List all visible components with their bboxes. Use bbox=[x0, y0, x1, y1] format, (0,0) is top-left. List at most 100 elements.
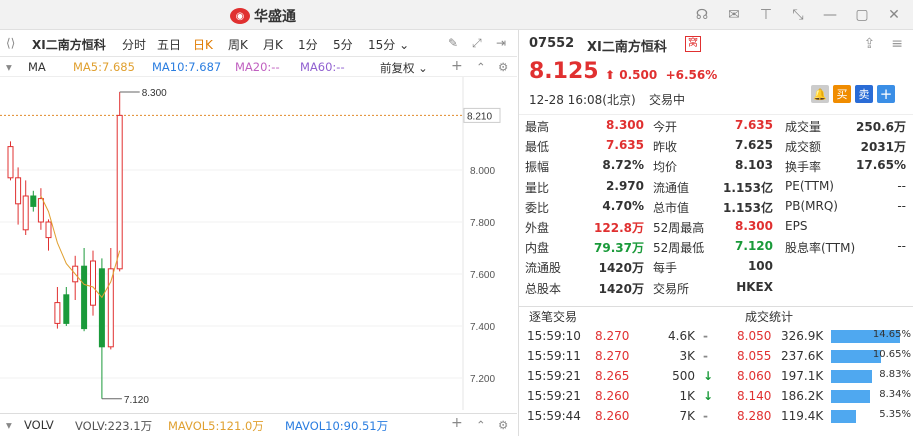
collapse-indicator-icon[interactable]: ⌃ bbox=[476, 60, 486, 74]
stat-value: 1.153亿 bbox=[723, 180, 773, 195]
stat-label: 每手 bbox=[653, 261, 678, 276]
stats-row: 最低 7.635 昨收 7.625 成交额 2031万 bbox=[519, 135, 913, 155]
stat-value: 7.635 bbox=[606, 138, 644, 153]
trade-price: 8.270 bbox=[595, 349, 630, 363]
trade-direction-icon: ↓ bbox=[703, 369, 714, 383]
volume-ratio-pct: 5.35% bbox=[879, 409, 911, 420]
stat-label: 振幅 bbox=[525, 160, 550, 175]
trade-time: 15:59:44 bbox=[527, 409, 581, 423]
volume-ratio-bar bbox=[831, 370, 873, 383]
ma-label[interactable]: MA bbox=[28, 60, 46, 74]
stat-value: 1.153亿 bbox=[723, 200, 773, 215]
stat-price: 8.140 bbox=[737, 389, 772, 403]
stats-row: 总股本 1420万 交易所 HKEX bbox=[519, 277, 913, 297]
indicator-bar: ▾ MA MA5:7.685 MA10:7.687 MA20:-- MA60:-… bbox=[0, 57, 517, 77]
add-watchlist-button[interactable]: + bbox=[877, 85, 895, 103]
mavol10-value: MAVOL10:90.51万 bbox=[285, 419, 389, 433]
stat-value: -- bbox=[897, 178, 906, 193]
high-label: 8.300 bbox=[142, 88, 167, 99]
trade-qty: 1K bbox=[679, 389, 695, 403]
trade-row: 15:59:21 8.260 1K ↓ 8.140 186.2K 8.34% bbox=[519, 387, 913, 407]
stats-title[interactable]: 成交统计 bbox=[745, 308, 793, 325]
expand-icon[interactable]: ⇥ bbox=[496, 36, 506, 50]
candlestick-chart[interactable]: 8.000 7.800 7.600 7.400 7.200 8.210 8.300 7.120 bbox=[0, 77, 517, 410]
stat-label: 最低 bbox=[525, 140, 550, 155]
shirt-icon[interactable]: ⊤ bbox=[757, 6, 775, 24]
maximize-icon[interactable]: ▢ bbox=[853, 6, 871, 24]
trade-time: 15:59:21 bbox=[527, 369, 581, 383]
trade-time: 15:59:10 bbox=[527, 329, 581, 343]
period-tab[interactable]: 周K bbox=[228, 36, 248, 53]
stat-label: 总股本 bbox=[525, 281, 562, 296]
ma5-value: MA5:7.685 bbox=[73, 60, 135, 74]
y-tick-label: 7.200 bbox=[470, 374, 495, 385]
add-indicator-icon[interactable]: + bbox=[451, 58, 463, 74]
stats-table: 最高 8.300 今开 7.635 成交量 250.6万 最低 7.635 昨收 7.625 成交额… bbox=[519, 114, 913, 297]
stat-label: 成交额 bbox=[785, 140, 822, 155]
trade-buttons: 🔔 买 卖 + bbox=[811, 85, 895, 103]
bell-icon[interactable]: 🔔 bbox=[811, 85, 829, 103]
toggle-arrow-icon[interactable]: ▾ bbox=[6, 418, 12, 432]
stat-value: 100 bbox=[747, 259, 773, 274]
candle-body bbox=[45, 221, 52, 239]
trade-row: 15:59:11 8.270 3K - 8.055 237.6K 10.65% bbox=[519, 347, 913, 367]
quote-time: 12-28 16:08(北京) bbox=[529, 93, 636, 107]
mavol5-value: MAVOL5:121.0万 bbox=[168, 419, 264, 433]
gear-icon[interactable]: ⚙ bbox=[498, 418, 508, 432]
period-tab[interactable]: 月K bbox=[263, 36, 283, 53]
price-change: ⬆ 0.500 +6.56% bbox=[605, 68, 718, 82]
stat-label: 委比 bbox=[525, 200, 550, 215]
collapse-icon[interactable]: ⟨⟩ bbox=[6, 36, 15, 50]
volume-ratio-pct: 10.65% bbox=[872, 349, 911, 360]
trading-status: 交易中 bbox=[649, 93, 686, 107]
trade-qty: 3K bbox=[679, 349, 695, 363]
stat-value: 8.300 bbox=[735, 218, 773, 233]
period-tab[interactable]: 5分 bbox=[333, 36, 353, 53]
stat-volume: 237.6K bbox=[781, 349, 824, 363]
sell-button[interactable]: 卖 bbox=[855, 85, 873, 103]
pencil-icon[interactable]: ✎ bbox=[448, 36, 458, 50]
stat-price: 8.050 bbox=[737, 329, 772, 343]
trades-title[interactable]: 逐笔交易 bbox=[529, 308, 577, 325]
candle-body bbox=[116, 114, 123, 270]
ma10-value: MA10:7.687 bbox=[152, 60, 222, 74]
volume-ratio-bar bbox=[831, 390, 871, 403]
volume-ratio-pct: 14.65% bbox=[872, 329, 911, 340]
stat-value: 7.120 bbox=[735, 239, 773, 254]
y-tick-label: 7.600 bbox=[470, 270, 495, 281]
period-dropdown[interactable]: 15分 ⌄ bbox=[368, 36, 409, 53]
stat-value: 2031万 bbox=[860, 140, 906, 155]
y-tick-label: 7.800 bbox=[470, 218, 495, 229]
stat-value: 2.970 bbox=[606, 178, 644, 193]
period-tab[interactable]: 五日 bbox=[157, 36, 181, 53]
stats-row: 最高 8.300 今开 7.635 成交量 250.6万 bbox=[519, 115, 913, 135]
fullscreen-icon[interactable]: ⤢ bbox=[472, 36, 482, 51]
adjust-dropdown[interactable]: 前复权 ⌄ bbox=[380, 60, 428, 76]
quote-panel: 07552 XI二南方恒科 窝 ⇪ ≡ 8.125 ⬆ 0.500 +6.56%… bbox=[519, 30, 913, 436]
candle-body bbox=[63, 294, 70, 324]
gear-icon[interactable]: ⚙ bbox=[498, 60, 508, 74]
toggle-arrow-icon[interactable]: ▾ bbox=[6, 60, 12, 74]
close-icon[interactable]: ✕ bbox=[885, 6, 903, 24]
stat-value: -- bbox=[897, 198, 906, 213]
headset-icon[interactable]: ☊ bbox=[693, 6, 711, 24]
menu-icon[interactable]: ≡ bbox=[891, 36, 903, 52]
y-tick-label: 7.400 bbox=[470, 322, 495, 333]
share-icon[interactable]: ⇪ bbox=[864, 36, 876, 52]
shrink-icon[interactable]: ⤡ bbox=[789, 6, 807, 24]
stat-value: 17.65% bbox=[856, 158, 906, 173]
collapse-indicator-icon[interactable]: ⌃ bbox=[476, 418, 486, 432]
period-tab[interactable]: 分时 bbox=[122, 36, 146, 53]
minimize-icon[interactable]: — bbox=[821, 6, 839, 24]
volv-label[interactable]: VOLV bbox=[24, 418, 54, 432]
candle-body bbox=[81, 265, 88, 330]
period-tab-active[interactable]: 日K bbox=[193, 36, 213, 53]
buy-button[interactable]: 买 bbox=[833, 85, 851, 103]
trade-qty: 4.6K bbox=[668, 329, 695, 343]
mail-icon[interactable]: ✉ bbox=[725, 6, 743, 24]
stat-value: 8.300 bbox=[606, 118, 644, 132]
trades-list: 15:59:10 8.270 4.6K -8.050 326.9K 14.65% 15:59… bbox=[519, 327, 913, 427]
period-tab[interactable]: 1分 bbox=[298, 36, 318, 53]
add-indicator-icon[interactable]: + bbox=[451, 415, 463, 431]
brand-name: 华盛通 bbox=[254, 9, 296, 25]
